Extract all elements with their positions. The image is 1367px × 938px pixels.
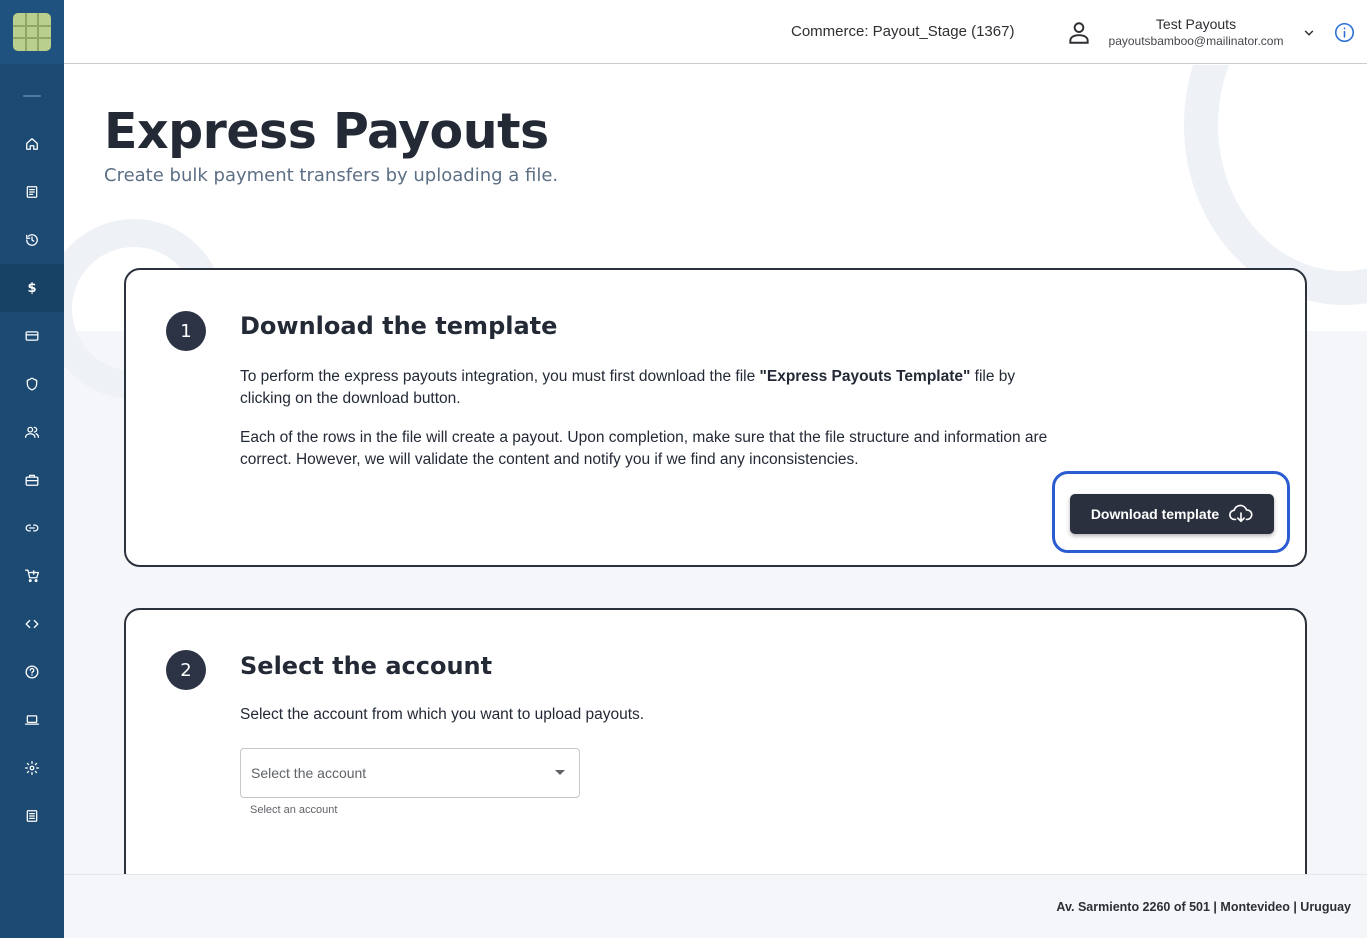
- cart-icon: [25, 569, 39, 583]
- credit-card-icon: [25, 331, 39, 341]
- main-content: Express Payouts Create bulk payment tran…: [64, 65, 1367, 874]
- chevron-down-icon[interactable]: [1302, 26, 1316, 40]
- step-description: Each of the rows in the file will create…: [240, 429, 1048, 468]
- step-card-download: 1 Download the template To perform the e…: [124, 268, 1307, 567]
- step-title: Download the template: [240, 312, 558, 340]
- users-icon: [25, 426, 39, 438]
- step-description: Select the account from which you want t…: [240, 706, 645, 723]
- sidebar-item-home[interactable]: [0, 120, 64, 168]
- sidebar-item-users[interactable]: [0, 408, 64, 456]
- sidebar-item-settings[interactable]: [0, 744, 64, 792]
- page-title: Express Payouts: [104, 103, 549, 160]
- history-icon: [26, 234, 38, 246]
- sidebar-nav: $: [0, 120, 64, 840]
- footer: Av. Sarmiento 2260 of 501 | Montevideo |…: [64, 874, 1367, 938]
- sidebar-item-devices[interactable]: [0, 696, 64, 744]
- sidebar-item-payouts[interactable]: $: [0, 264, 64, 312]
- dollar-icon: $: [27, 280, 37, 296]
- user-icon[interactable]: [1066, 20, 1092, 46]
- sidebar-divider: [23, 95, 41, 97]
- gear-icon: [25, 761, 39, 775]
- select-helper-text: Select an account: [250, 804, 338, 816]
- footer-address: Av. Sarmiento 2260 of 501 | Montevideo |…: [1056, 900, 1351, 914]
- user-email: payoutsbamboo@mailinator.com: [1108, 34, 1284, 48]
- page-subtitle: Create bulk payment transfers by uploadi…: [104, 165, 559, 186]
- dropdown-arrow-icon: [555, 770, 565, 775]
- sidebar-item-receipts[interactable]: [0, 168, 64, 216]
- logo-icon: [13, 13, 51, 51]
- step-number: 1: [166, 311, 206, 351]
- sidebar-item-reports[interactable]: [0, 792, 64, 840]
- receipt-icon: [26, 186, 38, 198]
- user-info[interactable]: Test Payouts payoutsbamboo@mailinator.co…: [1101, 16, 1291, 48]
- home-icon: [26, 138, 38, 150]
- sidebar-item-links[interactable]: [0, 504, 64, 552]
- step-number: 2: [166, 650, 206, 690]
- user-name: Test Payouts: [1155, 16, 1237, 32]
- code-icon: [25, 619, 39, 629]
- sidebar-item-cards[interactable]: [0, 312, 64, 360]
- step-card-account: 2 Select the account Select the account …: [124, 608, 1307, 874]
- description-text: To perform the express payouts integrati…: [240, 368, 760, 385]
- sidebar-item-business[interactable]: [0, 456, 64, 504]
- select-placeholder: Select the account: [251, 765, 367, 781]
- briefcase-icon: [25, 474, 39, 486]
- step-title: Select the account: [240, 652, 493, 680]
- top-bar: Commerce: Payout_Stage (1367) Test Payou…: [64, 0, 1367, 64]
- account-select[interactable]: Select the account: [240, 748, 580, 798]
- laptop-icon: [25, 715, 39, 725]
- app-logo[interactable]: [0, 0, 64, 64]
- list-icon: [26, 810, 38, 822]
- description-bold: "Express Payouts Template": [759, 368, 971, 385]
- help-icon: [25, 665, 39, 679]
- sidebar-item-developers[interactable]: [0, 600, 64, 648]
- step-description: To perform the express payouts integrati…: [240, 366, 1060, 410]
- sidebar-item-help[interactable]: [0, 648, 64, 696]
- button-label: Download template: [1090, 506, 1220, 522]
- info-icon[interactable]: [1334, 22, 1355, 43]
- cloud-download-icon: [1229, 504, 1253, 523]
- sidebar: $: [0, 0, 64, 938]
- sidebar-item-security[interactable]: [0, 360, 64, 408]
- commerce-label[interactable]: Commerce: Payout_Stage (1367): [791, 23, 1014, 40]
- link-icon: [25, 524, 39, 532]
- sidebar-item-cart[interactable]: [0, 552, 64, 600]
- sidebar-item-history[interactable]: [0, 216, 64, 264]
- download-template-button[interactable]: Download template: [1070, 494, 1274, 534]
- shield-icon: [26, 377, 38, 391]
